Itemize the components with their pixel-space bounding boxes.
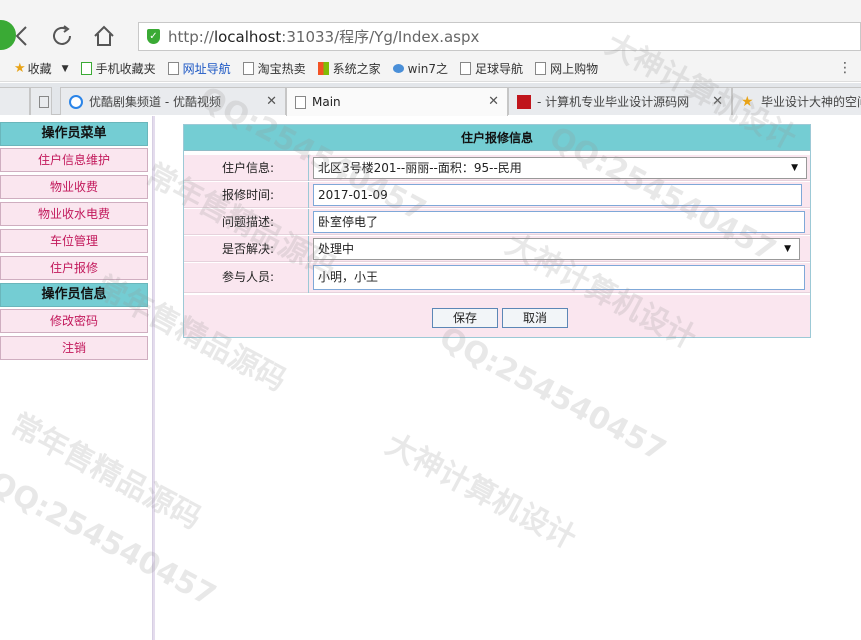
star-icon: ★ (14, 61, 26, 76)
url-text: http://localhost:31033/程序/Yg/Index.aspx (168, 28, 480, 46)
repair-form: 住户报修信息 住户信息: 北区3号楼201--丽丽--面积：95--民用 ▼ 报… (183, 124, 811, 338)
page-icon (535, 62, 547, 75)
youku-icon (69, 94, 83, 109)
back-arrow-icon (15, 26, 27, 46)
page-icon (167, 62, 179, 75)
address-bar[interactable]: ✓ http://localhost:31033/程序/Yg/Index.asp… (138, 22, 861, 51)
refresh-button[interactable] (48, 22, 76, 50)
sidebar-item-parking[interactable]: 车位管理 (0, 229, 148, 253)
bookmark-nav[interactable]: 网址导航 (167, 60, 231, 77)
bookmark-mobile[interactable]: 手机收藏夹 (80, 60, 156, 77)
bookmark-shopping[interactable]: 网上购物 (535, 60, 598, 77)
tab-bar: 优酷剧集频道 - 优酷视频 ✕ Main ✕ - 计算机专业毕业设计源码网 ✕ … (0, 83, 861, 116)
bookmark-football[interactable]: 足球导航 (460, 60, 523, 77)
sidebar-item-resident-info[interactable]: 住户信息维护 (0, 148, 148, 172)
resolved-select[interactable]: 处理中 ▼ (313, 238, 800, 260)
refresh-icon (53, 25, 71, 45)
home-button[interactable] (90, 22, 118, 50)
phone-icon (80, 62, 92, 75)
back-button[interactable] (8, 22, 36, 50)
resident-label: 住户信息: (184, 155, 309, 181)
form-title: 住户报修信息 (184, 125, 810, 151)
sidebar-item-repair[interactable]: 住户报修 (0, 256, 148, 280)
tab-youku[interactable]: 优酷剧集频道 - 优酷视频 ✕ (60, 87, 286, 115)
repair-time-label: 报修时间: (184, 182, 309, 208)
repair-time-input[interactable]: 2017-01-09 (313, 184, 802, 206)
security-shield-icon: ✓ (147, 29, 160, 44)
close-icon[interactable]: ✕ (266, 94, 277, 109)
tab-pinned[interactable] (0, 87, 30, 115)
bookmark-taobao[interactable]: 淘宝热卖 (242, 60, 306, 77)
bookmark-win7[interactable]: win7之 (392, 60, 448, 77)
participants-label: 参与人员: (184, 263, 309, 293)
sidebar-item-change-password[interactable]: 修改密码 (0, 309, 148, 333)
page-icon (460, 62, 472, 75)
browser-toolbar: ✓ http://localhost:31033/程序/Yg/Index.asp… (0, 0, 861, 56)
sidebar-item-logout[interactable]: 注销 (0, 336, 148, 360)
form-button-area: 保存 取消 (184, 295, 810, 337)
close-icon[interactable]: ✕ (488, 94, 499, 109)
resolved-label: 是否解决: (184, 236, 309, 262)
page-icon (295, 95, 306, 109)
participants-input[interactable]: 小明，小王 (313, 265, 805, 290)
bookmarks-bar: ★ 收藏 ▼ 手机收藏夹 网址导航 淘宝热卖 系统之家 win7之 足球导航 网上购… (0, 56, 861, 82)
sidebar-menu: 操作员菜单 住户信息维护 物业收费 物业收水电费 车位管理 住户报修 操作员信息… (0, 122, 148, 363)
close-icon[interactable]: ✕ (712, 94, 723, 109)
resident-select[interactable]: 北区3号楼201--丽丽--面积：95--民用 ▼ (313, 157, 807, 179)
form-row-participants: 参与人员: 小明，小王 (184, 263, 810, 293)
form-row-resolved: 是否解决: 处理中 ▼ (184, 236, 810, 262)
dropdown-arrow-icon: ▼ (784, 244, 791, 254)
star-icon: ★ (741, 93, 754, 110)
tab-blog[interactable]: ★ 毕业设计大神的空间 (732, 87, 861, 115)
tab-blank[interactable] (30, 87, 52, 115)
page-icon (39, 95, 49, 108)
more-menu-icon[interactable]: ⋮ (838, 60, 852, 76)
form-row-resident: 住户信息: 北区3号楼201--丽丽--面积：95--民用 ▼ (184, 155, 810, 181)
form-row-repair-time: 报修时间: 2017-01-09 (184, 182, 810, 208)
home-icon (94, 25, 114, 46)
page-icon (242, 62, 254, 75)
tab-source-code[interactable]: - 计算机专业毕业设计源码网 ✕ (508, 87, 732, 115)
page-content: 操作员菜单 住户信息维护 物业收费 物业收水电费 车位管理 住户报修 操作员信息… (0, 116, 861, 640)
sidebar-item-property-fee[interactable]: 物业收费 (0, 175, 148, 199)
cloud-icon (392, 64, 404, 73)
description-label: 问题描述: (184, 209, 309, 235)
sidebar-section-operator-info: 操作员信息 (0, 283, 148, 307)
tab-main[interactable]: Main ✕ (286, 87, 508, 116)
save-button[interactable]: 保存 (432, 308, 498, 328)
windows-icon (317, 62, 329, 75)
dropdown-arrow-icon: ▼ (791, 163, 798, 173)
frame-divider[interactable] (152, 116, 155, 640)
chevron-down-icon: ▼ (61, 63, 69, 74)
description-input[interactable]: 卧室停电了 (313, 211, 805, 233)
bookmark-favorites[interactable]: ★ 收藏 ▼ (14, 60, 69, 77)
sidebar-section-operator-menu: 操作员菜单 (0, 122, 148, 146)
sidebar-item-utility-fee[interactable]: 物业收水电费 (0, 202, 148, 226)
bookmark-xitong[interactable]: 系统之家 (317, 60, 381, 77)
site-logo-icon (517, 94, 531, 109)
form-row-description: 问题描述: 卧室停电了 (184, 209, 810, 235)
cancel-button[interactable]: 取消 (502, 308, 568, 328)
